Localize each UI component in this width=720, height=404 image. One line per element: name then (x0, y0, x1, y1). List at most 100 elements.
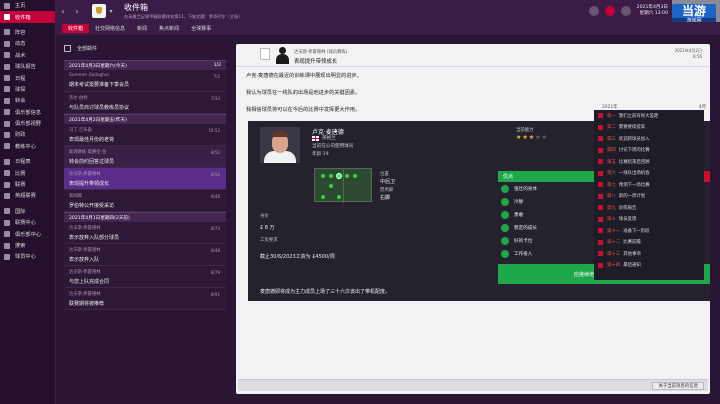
nav-item[interactable]: 俱乐部信息 (0, 107, 55, 118)
feed-item-key: 第十一 (607, 228, 621, 234)
nav-item-icon (4, 63, 10, 70)
feed-item[interactable]: 第十 球员反馈 (594, 214, 704, 226)
day-group-header[interactable]: 2021年4月1日星期四(2天前) (64, 212, 226, 222)
message-time: 8:56 (693, 54, 702, 59)
foot-label: 惯用脚 (380, 188, 394, 193)
sub-tab[interactable]: 收件箱 (62, 24, 90, 33)
strength-badge-icon (501, 249, 509, 258)
message-time: 8/74 (211, 226, 220, 231)
nav-item[interactable]: 球探 (0, 84, 55, 95)
top-bar: ‹ › ▾ 收件箱 在英格兰足球甲级联赛排名第11，下轮比赛：罗奇代尔（主场） … (56, 0, 720, 22)
nav-item[interactable]: 日程表 (0, 156, 55, 167)
nav-item[interactable]: 联赛中心 (0, 217, 55, 228)
feed-item[interactable]: 第一 我们之前有很大差距 (594, 110, 704, 122)
nav-item-icon (4, 86, 10, 93)
feed-item[interactable]: 第十四 最后通知 (594, 260, 704, 272)
nav-item[interactable]: 战术 (0, 50, 55, 61)
nav-item[interactable]: 比赛 (0, 167, 55, 178)
feed-item[interactable]: 第五 比赛结束后回顾 (594, 156, 704, 168)
nav-item[interactable]: 英超联赛 (0, 190, 55, 201)
nav-item[interactable]: 俱乐部视野 (0, 118, 55, 129)
inbox-message-row[interactable]: 新闻稿 罗伯特公开接受采访 8/48 (64, 190, 226, 212)
feed-item[interactable]: 第十一 准备下一阶段 (594, 225, 704, 237)
player-portrait[interactable] (260, 127, 300, 163)
strength-label: 勇敢 (514, 212, 524, 218)
role-label: 位置 (380, 172, 389, 177)
back-arrow-icon[interactable]: ‹ (56, 7, 70, 16)
day-group-header[interactable]: 2021年4月3日星期六(今天) 1/2 (64, 60, 226, 70)
club-crest-icon[interactable] (92, 4, 106, 18)
feed-item[interactable]: 第二 需要继续提高 (594, 122, 704, 134)
nav-item[interactable]: 搜索 (0, 240, 55, 251)
nav-item[interactable]: 球员中心 (0, 251, 55, 262)
strength-label: 工作投入 (514, 251, 533, 257)
nav-item-icon (4, 192, 10, 199)
message-time: 8/48 (211, 248, 220, 253)
feed-item-key: 第十三 (607, 251, 621, 257)
select-all-checkbox[interactable] (64, 44, 71, 52)
inbox-message-row[interactable]: 马丁·吉布森 表现最佳月份的老将 16:52 (64, 124, 226, 146)
sub-tab[interactable]: 焦点新闻 (153, 24, 185, 33)
message-from[interactable]: 达沃斯·弗雷德林 (球员教练) (294, 49, 347, 55)
filter-dropdown[interactable]: 全部邮件 (77, 45, 97, 52)
inbox-message-row[interactable]: Summer Gallagher 期末考试需要准备下季会员 7/2 (64, 70, 226, 92)
search-icon[interactable] (588, 6, 599, 16)
feed-item[interactable]: 第七 预测下一场比赛 (594, 179, 704, 191)
nav-item[interactable]: 教练中心 (0, 141, 55, 152)
nav-item-label: 英超联赛 (15, 193, 36, 200)
strength-badge-icon (501, 223, 509, 232)
nav-item-label: 俱乐部中心 (15, 231, 41, 238)
inbox-message-row[interactable]: 杰尔·伯特 与队员商讨球员教练员协议 7/33 (64, 92, 226, 114)
message-subject-line: 期末考试需要准备下季会员 (69, 82, 130, 88)
nav-item[interactable]: 转会 (0, 95, 55, 106)
feed-item[interactable]: 第四 讨论下周的比赛 (594, 145, 704, 157)
sub-tab[interactable]: 社交网络信息 (89, 24, 131, 33)
feed-item[interactable]: 第六 一线队出场机会 (594, 168, 704, 180)
forward-arrow-icon[interactable]: › (70, 7, 84, 16)
inbox-message-row[interactable]: 达沃斯·弗雷德林 表现提升带领成长 8/56 (64, 168, 226, 190)
strength-item: 冷静 (498, 195, 600, 208)
message-time: 8/48 (211, 194, 220, 199)
salary-label: 工资要求 (260, 238, 278, 243)
feed-item[interactable]: 第九 训练报告 (594, 202, 704, 214)
nav-item-label: 转会 (15, 98, 26, 105)
nav-item-icon (4, 231, 10, 238)
nav-item[interactable]: 俱乐部中心 (0, 228, 55, 239)
notification-icon[interactable] (604, 6, 615, 16)
inbox-message-row[interactable]: 助理教练·奥赛金-金 转会前约回答过球员 8/52 (64, 146, 226, 168)
inbox-message-row[interactable]: 达沃斯·弗雷德林 与您上队完成合同 8/79 (64, 266, 226, 288)
nav-item[interactable]: 球队报告 (0, 61, 55, 72)
day-group-count: 1/2 (213, 63, 221, 68)
feed-item[interactable]: 第三 欢迎新球员加入 (594, 133, 704, 145)
nav-item[interactable]: 动态 (0, 38, 55, 49)
nav-item-label: 球员中心 (15, 254, 36, 261)
position-dot (321, 195, 325, 199)
value-label: 身价 (260, 214, 269, 219)
nav-item[interactable]: 财政 (0, 129, 55, 140)
feed-item[interactable]: 第十二 比赛前瞻 (594, 237, 704, 249)
inbox-message-row[interactable]: 达沃斯·弗雷德林 表示放弃入队部分球员 8/74 (64, 222, 226, 244)
nav-item[interactable]: 联赛 (0, 179, 55, 190)
inbox-message-row[interactable]: 达沃斯·弗雷德林 表示放弃入队 8/48 (64, 244, 226, 266)
game-date: 2021年4月3日 星期六 13:00 (637, 5, 668, 17)
day-group-header[interactable]: 2021年4月2日星期五(昨天) (64, 114, 226, 124)
feed-item-icon (598, 205, 603, 211)
settings-gear-icon[interactable] (620, 6, 631, 16)
nav-item[interactable]: 收件箱 (0, 11, 55, 23)
sub-tab[interactable]: 新闻 (131, 24, 153, 33)
feed-item[interactable]: 第八 新的一周计划 (594, 191, 704, 203)
nav-item[interactable]: 日程 (0, 72, 55, 83)
position-dot (337, 195, 341, 199)
nav-item[interactable]: 主页 (0, 0, 55, 11)
chevron-down-icon[interactable]: ▾ (106, 8, 116, 15)
nav-item-icon (4, 29, 10, 36)
nationality-label: 英格兰 (322, 136, 336, 141)
sub-tab[interactable]: 全球赛事 (185, 24, 217, 33)
strength-item: 强壮的身体 (498, 182, 600, 195)
nav-item[interactable]: 阵容 (0, 27, 55, 38)
nav-item-label: 球探 (15, 86, 26, 93)
nav-item[interactable]: 国际 (0, 206, 55, 217)
message-info-button[interactable]: 关于当前消息的信息 (652, 382, 704, 390)
feed-item[interactable]: 第十三 其他事项 (594, 248, 704, 260)
inbox-message-row[interactable]: 达沃斯·弗雷德林 联赛期将被推荐 8/91 (64, 288, 226, 310)
